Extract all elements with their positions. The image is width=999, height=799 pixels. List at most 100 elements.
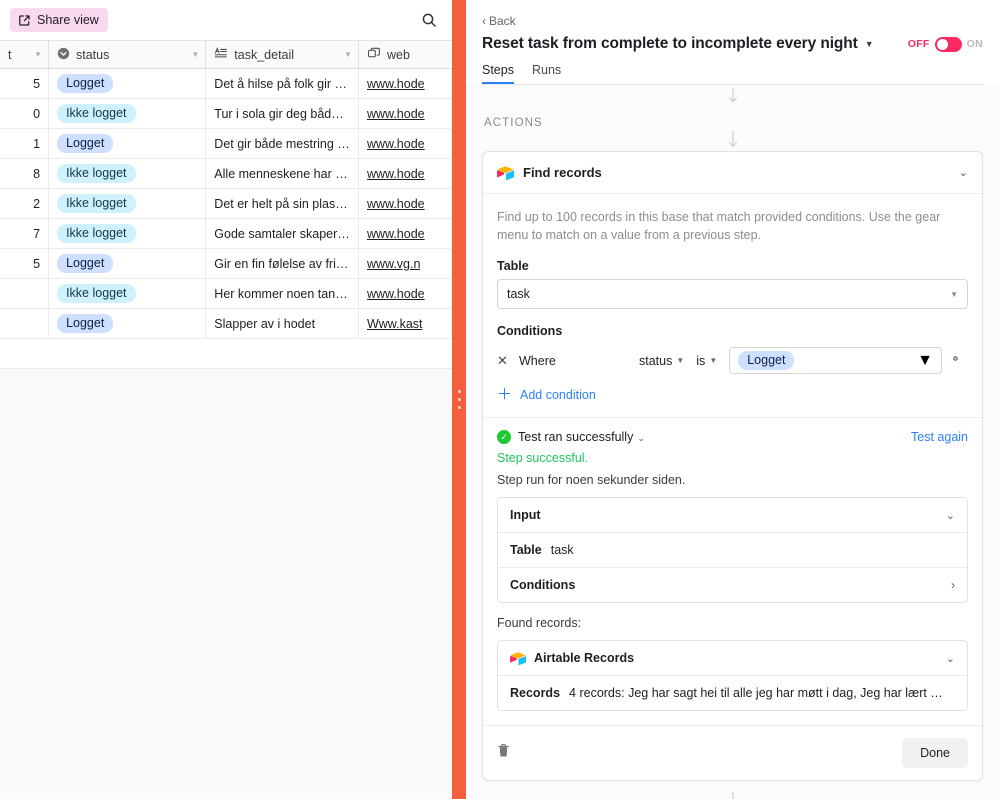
web-link[interactable]: www.hode bbox=[367, 197, 425, 211]
cell-status[interactable]: Ikke logget bbox=[49, 279, 207, 308]
test-again-link[interactable]: Test again bbox=[911, 430, 968, 444]
cell-t[interactable] bbox=[0, 309, 50, 338]
cell-t[interactable]: 2 bbox=[0, 189, 50, 218]
cell-status[interactable]: Logget bbox=[49, 129, 207, 158]
web-link[interactable]: www.vg.n bbox=[367, 257, 421, 271]
condition-operator-select[interactable]: is ▼ bbox=[696, 354, 717, 368]
cell-task-detail[interactable]: Det er helt på sin plass å ... bbox=[206, 189, 359, 218]
input-row-conditions[interactable]: Conditions › bbox=[498, 567, 967, 602]
table-row[interactable]: Logget Slapper av i hodet Www.kast bbox=[0, 309, 452, 339]
cell-web[interactable]: www.hode bbox=[359, 69, 452, 98]
back-button[interactable]: ‹ Back bbox=[482, 14, 516, 28]
search-icon[interactable] bbox=[418, 9, 440, 31]
cell-task-detail[interactable]: Gir en fin følelse av frihet ... bbox=[206, 249, 359, 278]
web-link[interactable]: Www.kast bbox=[367, 317, 423, 331]
tab-runs[interactable]: Runs bbox=[532, 63, 561, 84]
cell-web[interactable]: www.vg.n bbox=[359, 249, 452, 278]
cell-task-detail[interactable]: Alle menneskene har et b... bbox=[206, 159, 359, 188]
automation-title[interactable]: Reset task from complete to incomplete e… bbox=[482, 35, 858, 53]
cell-status[interactable]: Ikke logget bbox=[49, 159, 207, 188]
cell-t[interactable] bbox=[0, 279, 50, 308]
condition-value-select[interactable]: Logget ▼ bbox=[729, 347, 942, 375]
cell-t[interactable]: 1 bbox=[0, 129, 50, 158]
trash-icon[interactable] bbox=[497, 743, 510, 763]
cell-status[interactable]: Ikke logget bbox=[49, 219, 207, 248]
chevron-down-icon[interactable]: ▼ bbox=[344, 50, 352, 59]
table-row[interactable]: 7 Ikke logget Gode samtaler skaper go... ww… bbox=[0, 219, 452, 249]
column-header-web[interactable]: web bbox=[359, 41, 452, 68]
gear-icon[interactable] bbox=[942, 352, 968, 370]
remove-condition-icon[interactable]: ✕ bbox=[497, 353, 519, 369]
column-header-task-detail[interactable]: task_detail ▼ bbox=[206, 41, 360, 68]
cell-task-detail[interactable]: Slapper av i hodet bbox=[206, 309, 359, 338]
table-row[interactable]: 2 Ikke logget Det er helt på sin plass å .… bbox=[0, 189, 452, 219]
toggle-switch[interactable] bbox=[934, 36, 962, 52]
column-header-t[interactable]: t ▼ bbox=[0, 41, 49, 68]
cell-web[interactable]: www.hode bbox=[359, 159, 452, 188]
table-row[interactable]: Ikke logget Her kommer noen tanker ... www… bbox=[0, 279, 452, 309]
tab-label: Steps bbox=[482, 63, 514, 77]
web-link[interactable]: www.hode bbox=[367, 227, 425, 241]
chevron-down-icon[interactable]: ⌄ bbox=[946, 509, 955, 522]
chevron-down-icon[interactable]: ⌄ bbox=[959, 166, 968, 179]
web-link[interactable]: www.hode bbox=[367, 107, 425, 121]
cell-task-detail[interactable]: Det å hilse på folk gir en ... bbox=[206, 69, 359, 98]
test-status-toggle[interactable]: Test ran successfully ⌄ bbox=[518, 430, 645, 444]
pane-resize-handle[interactable] bbox=[452, 0, 466, 799]
web-link[interactable]: www.hode bbox=[367, 77, 425, 91]
cell-status[interactable]: Logget bbox=[49, 69, 207, 98]
cell-task-detail[interactable]: Gode samtaler skaper go... bbox=[206, 219, 359, 248]
test-status-label: Test ran successfully bbox=[518, 430, 634, 445]
cell-task-detail[interactable]: Tur i sola gir deg både k-... bbox=[206, 99, 359, 128]
chevron-down-icon[interactable]: ▼ bbox=[191, 50, 199, 59]
cell-t[interactable]: 0 bbox=[0, 99, 50, 128]
chevron-down-icon[interactable]: ▼ bbox=[865, 39, 874, 49]
chevron-down-icon[interactable]: ▼ bbox=[34, 50, 42, 59]
condition-field-select[interactable]: status ▼ bbox=[639, 354, 684, 368]
cell-status[interactable]: Logget bbox=[49, 249, 207, 278]
table-select[interactable]: task ▼ bbox=[497, 279, 968, 310]
table-row[interactable]: 0 Ikke logget Tur i sola gir deg både k-..… bbox=[0, 99, 452, 129]
cell-web[interactable]: www.hode bbox=[359, 99, 452, 128]
web-link[interactable]: www.hode bbox=[367, 137, 425, 151]
cell-status[interactable]: Logget bbox=[49, 309, 207, 338]
cell-web[interactable]: www.hode bbox=[359, 189, 452, 218]
check-circle-icon: ✓ bbox=[497, 430, 511, 445]
cell-web[interactable]: www.hode bbox=[359, 219, 452, 248]
cell-web[interactable]: Www.kast bbox=[359, 309, 452, 338]
share-view-button[interactable]: Share view bbox=[10, 8, 108, 32]
cell-t[interactable]: 7 bbox=[0, 219, 50, 248]
table-field-label: Table bbox=[497, 259, 529, 274]
table-row[interactable]: 1 Logget Det gir både mestring å g... www.h… bbox=[0, 129, 452, 159]
status-badge: Ikke logget bbox=[57, 283, 136, 304]
cell-task-detail[interactable]: Her kommer noen tanker ... bbox=[206, 279, 359, 308]
cell-status[interactable]: Ikke logget bbox=[49, 99, 207, 128]
automation-title-row: Reset task from complete to incomplete e… bbox=[482, 35, 983, 53]
table-row[interactable]: 5 Logget Gir en fin følelse av frihet ... w… bbox=[0, 249, 452, 279]
automation-toggle[interactable]: OFF ON bbox=[908, 36, 983, 52]
cell-task-detail[interactable]: Det gir både mestring å g... bbox=[206, 129, 359, 158]
cell-t[interactable]: 8 bbox=[0, 159, 50, 188]
cell-t[interactable]: 5 bbox=[0, 69, 50, 98]
step-card-header[interactable]: Find records ⌄ bbox=[483, 152, 982, 194]
status-badge: Ikke logget bbox=[57, 103, 136, 124]
web-link[interactable]: www.hode bbox=[367, 287, 425, 301]
cell-web[interactable]: www.hode bbox=[359, 129, 452, 158]
table-row[interactable]: 5 Logget Det å hilse på folk gir en ... www… bbox=[0, 69, 452, 99]
chevron-left-icon: ‹ bbox=[482, 14, 486, 28]
add-condition-button[interactable]: ＋ Add condition bbox=[497, 387, 968, 402]
cell-web[interactable]: www.hode bbox=[359, 279, 452, 308]
tab-steps[interactable]: Steps bbox=[482, 63, 514, 84]
cell-status[interactable]: Ikke logget bbox=[49, 189, 207, 218]
tab-label: Runs bbox=[531, 63, 562, 77]
chevron-right-icon[interactable]: › bbox=[951, 578, 955, 592]
cell-t[interactable]: 5 bbox=[0, 249, 50, 278]
output-card-header[interactable]: Airtable Records ⌄ bbox=[498, 641, 967, 675]
chevron-down-icon[interactable]: ⌄ bbox=[946, 652, 955, 665]
table-row[interactable]: 8 Ikke logget Alle menneskene har et b... w… bbox=[0, 159, 452, 189]
done-button[interactable]: Done bbox=[902, 738, 968, 769]
input-card-header[interactable]: Input ⌄ bbox=[498, 498, 967, 532]
output-records-row: Records 4 records: Jeg har sagt hei til … bbox=[498, 675, 967, 710]
web-link[interactable]: www.hode bbox=[367, 167, 425, 181]
column-header-status[interactable]: status ▼ bbox=[49, 41, 207, 68]
